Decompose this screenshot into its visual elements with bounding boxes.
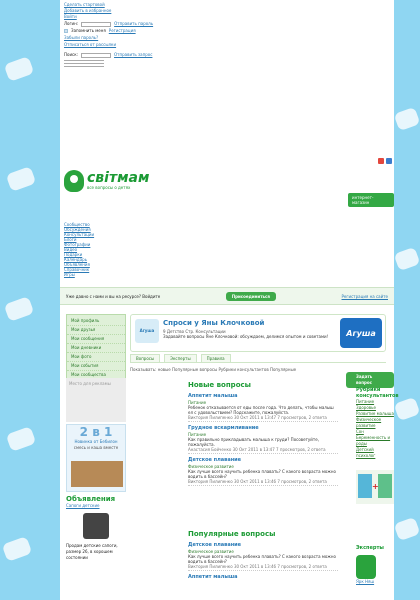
- ad-placeholder[interactable]: Место для рекламы: [66, 378, 126, 422]
- announcements: Объявления Сапоги детские Продам детские…: [66, 495, 126, 561]
- remember-label: Запомнить меня: [71, 28, 106, 33]
- site-nav: Сообщество Обсуждения Консультации Блоги…: [64, 222, 94, 277]
- right-background: [394, 0, 420, 600]
- question-item: Аппетит малыша Питание Ребенок отказывае…: [188, 393, 338, 422]
- product-ad[interactable]: +: [356, 470, 394, 504]
- expert-avatar[interactable]: [356, 555, 376, 579]
- social-icon[interactable]: [386, 158, 392, 164]
- category-link[interactable]: Физическое развитие: [356, 417, 394, 429]
- login-row: Логин: Отправить пароль: [64, 21, 264, 27]
- announcement-link[interactable]: Сапоги детские: [66, 503, 126, 509]
- question-item: Детское плавание Физическое развитие Как…: [188, 457, 338, 486]
- experts: Эксперты Ярк Няш: [356, 545, 394, 585]
- search-label: Поиск:: [64, 52, 79, 57]
- question-item: Детское плавание Физическое развитие Как…: [188, 542, 338, 571]
- left-background: [0, 0, 60, 600]
- question-body: Как лучше всего научить ребенка плавать?…: [188, 554, 336, 564]
- agusha-banner[interactable]: Агуша: [340, 318, 382, 348]
- question-meta: Анастасия Бойченко 30 Окт 2011 в 13:47 7…: [188, 447, 338, 454]
- login-bar: Уже давно с нами и вы на ресурсе? Войдит…: [60, 287, 394, 305]
- header-description: Задавайте вопросы Яне Клочковой: обсужда…: [163, 334, 329, 339]
- divider: [64, 66, 104, 67]
- unsubscribe-link[interactable]: Отписаться от рассылки: [64, 42, 116, 48]
- expert-name[interactable]: Ярк Няш: [356, 579, 394, 585]
- experts-title: Эксперты: [356, 545, 384, 551]
- ad-placeholder-text: Место для рекламы: [69, 381, 111, 386]
- logo-text: свiтмам: [87, 170, 150, 186]
- question-title[interactable]: Аппетит малыша: [188, 574, 338, 581]
- consultant-categories: Рубрики консультантов Питание Здоровье Р…: [356, 387, 399, 459]
- question-item: Аппетит малыша: [188, 574, 338, 581]
- announcements-title: Объявления: [66, 495, 116, 503]
- nav-item[interactable]: Игры: [64, 272, 94, 277]
- ad-headline: 2 в 1: [79, 425, 113, 439]
- new-questions: Новые вопросы Аппетит малыша Питание Реб…: [188, 381, 338, 486]
- user-menu-item[interactable]: Мои фото: [67, 353, 125, 362]
- product-pack: [358, 474, 372, 498]
- user-menu-item[interactable]: Мои дневники: [67, 344, 125, 353]
- bebilon-ad[interactable]: 2 в 1 Новинка от Бебилон смесь и каша вм…: [66, 424, 126, 492]
- send-password-link[interactable]: Отправить пароль: [114, 21, 153, 27]
- page-title: Спроси у Яны Клочковой: [163, 319, 265, 327]
- checkbox-icon[interactable]: [64, 29, 68, 33]
- ad-subcaption: смесь и каша вместе: [73, 445, 119, 450]
- tab-rules[interactable]: Правила: [200, 354, 231, 362]
- mascot-icon: [64, 170, 84, 192]
- section-title: Популярные вопросы: [188, 530, 276, 538]
- page-content: Сделать стартовой Добавить в избранное В…: [60, 0, 399, 600]
- section-title: Новые вопросы: [188, 381, 251, 389]
- consultants-title: Рубрики консультантов: [356, 387, 399, 399]
- search-button[interactable]: Отправить запрос: [114, 52, 152, 58]
- tab-questions[interactable]: Вопросы: [130, 354, 161, 362]
- register-site-link[interactable]: Регистрация на сайте: [342, 294, 388, 299]
- question-title[interactable]: Детское плавание: [188, 457, 338, 464]
- question-body: Как лучше всего научить ребенка плавать?…: [188, 469, 336, 479]
- site-logo[interactable]: свiтмам все вопросы о детях: [64, 170, 149, 192]
- question-title[interactable]: Аппетит малыша: [188, 393, 338, 400]
- join-button[interactable]: Присоединиться: [225, 291, 276, 301]
- popular-questions: Популярные вопросы Детское плавание Физи…: [188, 530, 338, 581]
- question-title[interactable]: Детское плавание: [188, 542, 338, 549]
- unsubscribe-row: Отписаться от рассылки: [64, 42, 264, 48]
- search-row: Поиск: Отправить запрос: [64, 52, 264, 58]
- question-body: Ребенок отказывается от еды после года. …: [188, 405, 334, 415]
- user-menu-item[interactable]: Мои сообщения: [67, 335, 125, 344]
- tab-experts[interactable]: Эксперты: [164, 354, 197, 362]
- login-input[interactable]: [81, 21, 112, 27]
- announcement-body: Продам детские сапоги, размер 26, в хоро…: [66, 543, 118, 560]
- category-link[interactable]: Беременность и роды: [356, 435, 394, 447]
- forgot-row: Забыли пароль?: [64, 35, 264, 41]
- divider: [64, 63, 104, 64]
- category-link[interactable]: Детский психолог: [356, 447, 394, 459]
- search-input[interactable]: [81, 52, 112, 58]
- divider: [64, 60, 104, 61]
- product-pack: [378, 474, 392, 498]
- forgot-password-link[interactable]: Забыли пароль?: [64, 35, 98, 41]
- tabs: Вопросы Эксперты Правила: [130, 354, 386, 363]
- shop-button[interactable]: интернет-магазин: [348, 193, 394, 207]
- top-utility-block: Сделать стартовой Добавить в избранное В…: [64, 2, 264, 69]
- question-title[interactable]: Грудное вскармливание: [188, 425, 338, 432]
- login-link[interactable]: Войти: [64, 14, 264, 20]
- user-menu-item[interactable]: Мои события: [67, 362, 125, 371]
- social-icon[interactable]: [378, 158, 384, 164]
- user-menu-item[interactable]: Мой профиль: [67, 317, 125, 326]
- remember-row: Запомнить меня Регистрация: [64, 28, 264, 34]
- question-meta: Виктория Пилипенко 30 Окт 2011 в 13:46 7…: [188, 564, 338, 571]
- announcement-image[interactable]: [83, 513, 109, 539]
- user-menu-item[interactable]: Мои друзья: [67, 326, 125, 335]
- question-body: Как правильно прикладывать малыша к груд…: [188, 437, 319, 447]
- agusha-logo: Агуша: [135, 319, 159, 343]
- register-link[interactable]: Регистрация: [109, 28, 136, 34]
- question-meta: Виктория Пилипенко 30 Окт 2011 в 13:46 7…: [188, 479, 338, 486]
- ad-photo: [71, 461, 123, 487]
- question-meta: Виктория Пилипенко 30 Окт 2011 в 13:47 7…: [188, 415, 338, 422]
- login-label: Логин:: [64, 21, 79, 26]
- ask-question-button[interactable]: Задать вопрос: [346, 372, 394, 388]
- question-item: Грудное вскармливание Питание Как правил…: [188, 425, 338, 454]
- login-bar-text: Уже давно с нами и вы на ресурсе? Войдит…: [66, 293, 161, 299]
